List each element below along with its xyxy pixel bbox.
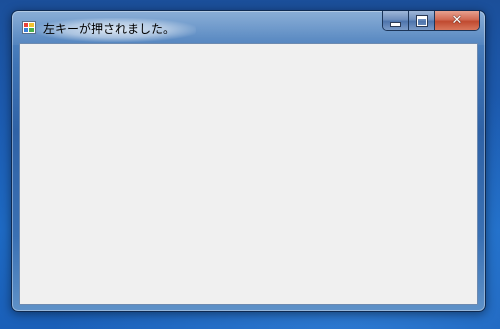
caption-buttons: ✕ <box>382 11 480 31</box>
window-title: 左キーが押されました。 <box>43 22 176 36</box>
maximize-icon <box>416 15 427 26</box>
maximize-button[interactable] <box>409 11 435 30</box>
app-window-icon[interactable] <box>22 21 36 34</box>
app-window: 左キーが押されました。 ✕ <box>11 10 486 312</box>
title-bar[interactable]: 左キーが押されました。 ✕ <box>12 11 485 43</box>
close-icon: ✕ <box>451 13 463 28</box>
minimize-button[interactable] <box>383 11 409 30</box>
client-area[interactable] <box>19 43 478 305</box>
close-button[interactable]: ✕ <box>435 11 479 30</box>
minimize-icon <box>390 21 401 27</box>
